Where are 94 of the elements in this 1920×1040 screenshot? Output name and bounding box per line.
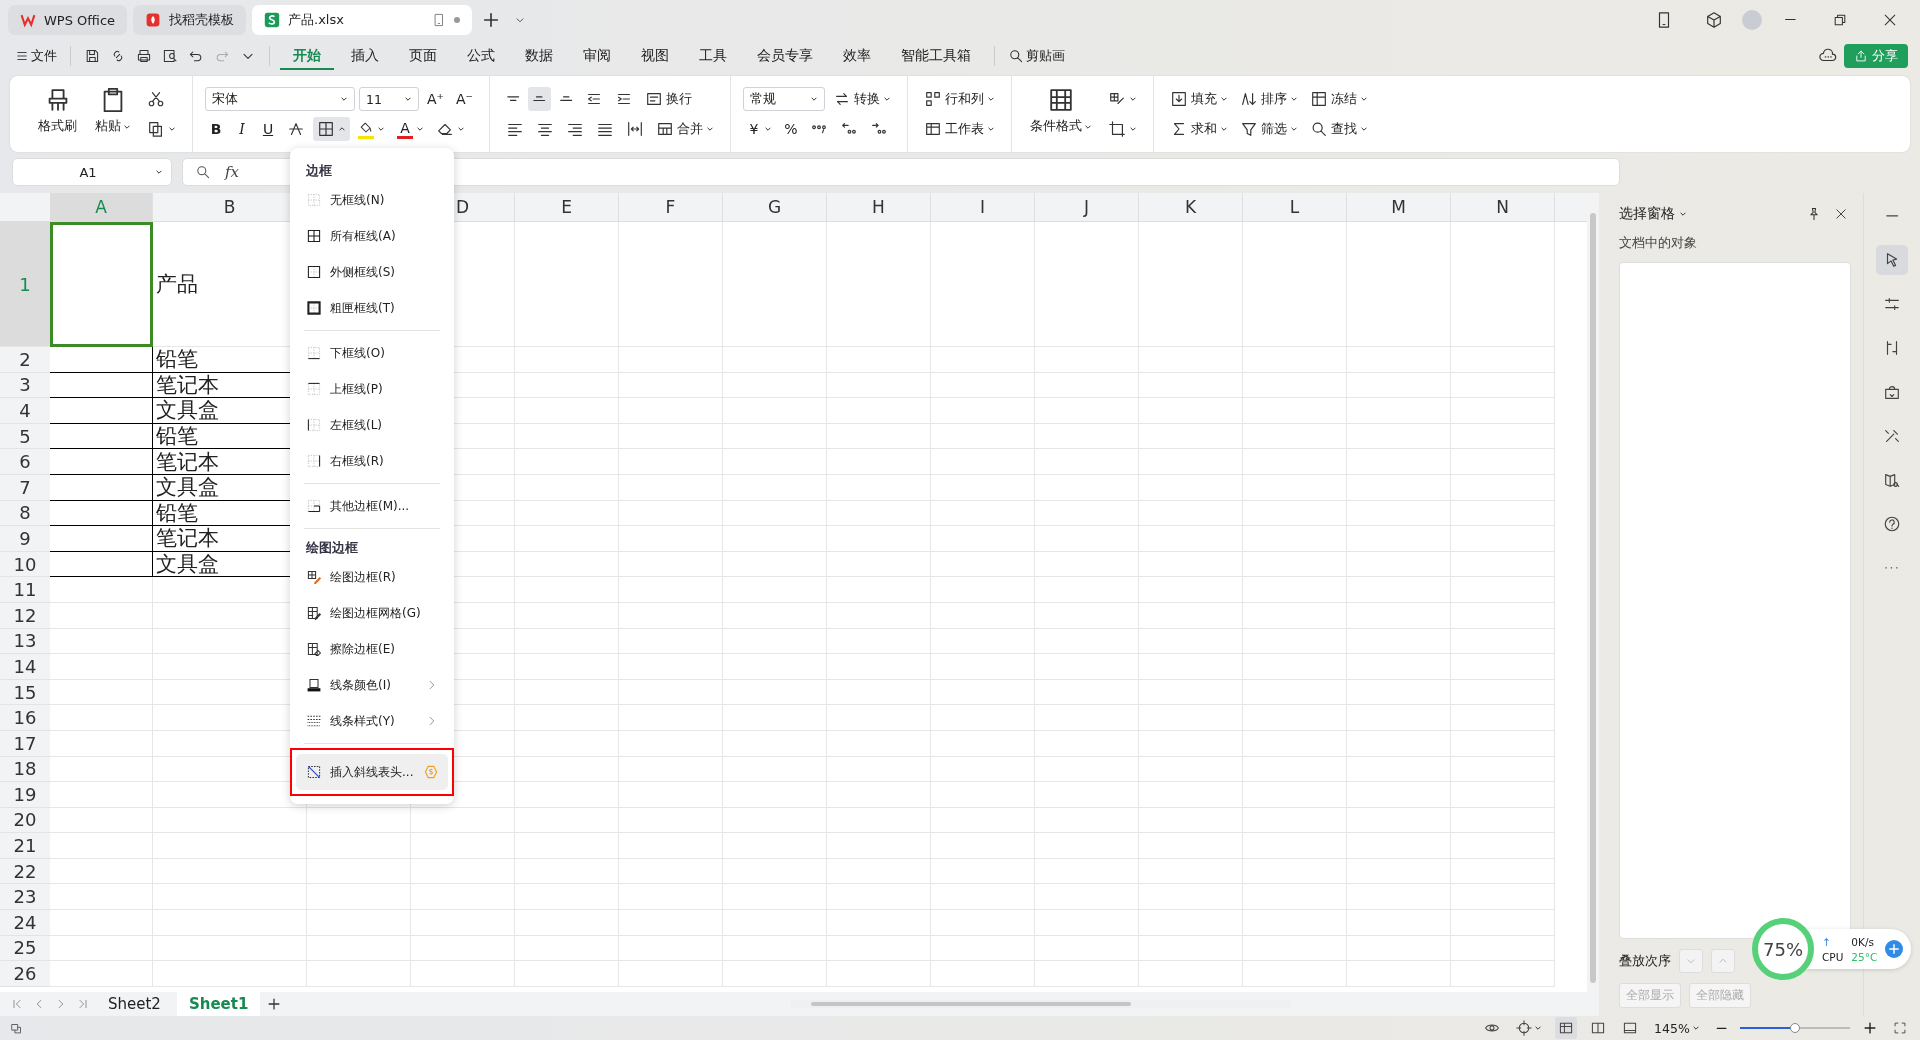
tool-button[interactable]: % — [779, 117, 802, 141]
row-header[interactable]: 6 — [0, 449, 50, 475]
menu-item[interactable]: 线条颜色(I) — [296, 667, 448, 703]
tool-button[interactable]: A — [393, 117, 428, 141]
tool-button[interactable]: A⁺ — [423, 87, 448, 111]
row-header[interactable]: 24 — [0, 910, 50, 936]
ribbon-tab[interactable]: 智能工具箱 — [888, 42, 984, 70]
toolbar-button[interactable]: 筛选 — [1235, 117, 1302, 141]
column-header[interactable]: N — [1451, 193, 1555, 221]
ribbon-tab[interactable]: 工具 — [686, 42, 740, 70]
ribbon-tab[interactable]: 插入 — [338, 42, 392, 70]
menu-item[interactable]: 插入斜线表头... — [296, 754, 448, 790]
dropdown-field[interactable]: 11 — [359, 87, 419, 111]
row-header[interactable]: 2 — [0, 347, 50, 373]
zoom-level[interactable]: 145% — [1651, 1017, 1703, 1039]
column-header[interactable]: I — [931, 193, 1035, 221]
row-header[interactable]: 16 — [0, 705, 50, 731]
pane-title[interactable]: 选择窗格 — [1619, 205, 1687, 223]
sheet-tab[interactable]: Sheet1 — [176, 992, 261, 1016]
row-header[interactable]: 21 — [0, 833, 50, 859]
row-header[interactable]: 14 — [0, 654, 50, 680]
menu-heading: 绘图边框 — [305, 539, 359, 557]
cpu-label: CPU — [1822, 950, 1844, 963]
column-header[interactable]: M — [1347, 193, 1451, 221]
row-header[interactable]: 13 — [0, 628, 50, 655]
row-header[interactable]: 7 — [0, 474, 50, 501]
ribbon-tab[interactable]: 审阅 — [570, 42, 624, 70]
dropdown-field[interactable]: 宋体 — [205, 87, 355, 111]
upload-arrow: ↑ — [1822, 935, 1832, 948]
column-header[interactable]: J — [1035, 193, 1139, 221]
sheet-tab[interactable]: Sheet2 — [96, 992, 173, 1016]
column-header[interactable]: G — [723, 193, 827, 221]
tool-button[interactable]: U — [257, 117, 279, 141]
ribbon-tab[interactable]: 公式 — [454, 42, 508, 70]
row-header[interactable]: 18 — [0, 756, 50, 783]
row-header[interactable]: 11 — [0, 577, 50, 603]
toolbar-button[interactable]: 填充 — [1165, 87, 1232, 111]
order-label: 叠放次序 — [1619, 952, 1671, 970]
row-header[interactable]: 23 — [0, 884, 50, 911]
tool-button[interactable]: B — [205, 117, 227, 141]
toolbar-button[interactable]: 工作表 — [919, 117, 999, 141]
row-header[interactable]: 4 — [0, 398, 50, 424]
row-header[interactable]: 15 — [0, 679, 50, 706]
row-header[interactable]: 9 — [0, 526, 50, 552]
pane-subtitle: 文档中的对象 — [1619, 235, 1698, 252]
toolbar-button[interactable]: 转换 — [828, 87, 895, 111]
document-tab[interactable]: 找稻壳模板 — [133, 5, 247, 35]
row-header[interactable]: 5 — [0, 423, 50, 450]
row-header[interactable]: 10 — [0, 551, 50, 578]
column-header[interactable]: K — [1139, 193, 1243, 221]
row-header[interactable]: 3 — [0, 372, 50, 399]
row-header[interactable]: 8 — [0, 500, 50, 527]
row-header[interactable]: 12 — [0, 602, 50, 629]
toolbar-button[interactable]: 换行 — [641, 87, 697, 111]
ribbon-tab[interactable]: 效率 — [830, 42, 884, 70]
search-button[interactable]: 剪贴画 — [1005, 44, 1068, 68]
toolbar-button[interactable]: 排序 — [1235, 87, 1302, 111]
menu-heading: 边框 — [305, 162, 333, 180]
toolbar-button[interactable]: 合并 — [651, 117, 718, 141]
tool-button[interactable]: I — [231, 117, 253, 141]
tool-button[interactable]: A⁻ — [451, 87, 477, 111]
document-tab[interactable]: WPS Office — [8, 5, 128, 35]
row-header[interactable]: 22 — [0, 858, 50, 885]
row-header[interactable]: 20 — [0, 807, 50, 834]
toolbar-button[interactable]: 粘贴 — [89, 84, 137, 144]
row-header[interactable]: 17 — [0, 730, 50, 757]
ribbon-tab[interactable]: 页面 — [396, 42, 450, 70]
toolbar-button[interactable]: 格式刷 — [32, 84, 83, 144]
ribbon-tab[interactable]: 会员专享 — [744, 42, 826, 70]
dropdown-field[interactable]: 常规 — [742, 87, 825, 111]
column-header[interactable]: L — [1243, 193, 1347, 221]
ribbon-tab[interactable]: 开始 — [280, 42, 334, 70]
menu-item[interactable]: 线条样式(Y) — [296, 703, 448, 739]
toolbar-button[interactable]: 冻结 — [1305, 87, 1372, 111]
document-tab[interactable]: 产品.xlsx — [252, 5, 473, 35]
column-header[interactable]: H — [827, 193, 931, 221]
toolbar-button[interactable]: 条件格式 — [1023, 84, 1098, 144]
cpu-temperature: 25°C — [1851, 950, 1878, 963]
menu-item[interactable]: 绘图边框网格(G) — [296, 595, 448, 631]
ribbon-tab[interactable]: 数据 — [512, 42, 566, 70]
column-header[interactable]: F — [619, 193, 723, 221]
row-header[interactable]: 25 — [0, 935, 50, 962]
name-box[interactable]: A1 — [12, 158, 172, 186]
toolbar-button[interactable]: 求和 — [1165, 117, 1232, 141]
toolbar-button[interactable]: 查找 — [1305, 117, 1372, 141]
tool-button[interactable]: ¥ — [742, 117, 776, 141]
menu-item[interactable]: 擦除边框(E) — [296, 631, 448, 667]
row-header[interactable]: 19 — [0, 782, 50, 808]
toolbar-button[interactable]: 行和列 — [919, 87, 999, 111]
ribbon-tab[interactable]: 视图 — [628, 42, 682, 70]
column-header[interactable]: E — [515, 193, 619, 221]
network-speed: 0K/s — [1851, 935, 1875, 948]
file-menu[interactable]: 文件 — [12, 44, 60, 68]
row-header[interactable]: 26 — [0, 961, 50, 987]
